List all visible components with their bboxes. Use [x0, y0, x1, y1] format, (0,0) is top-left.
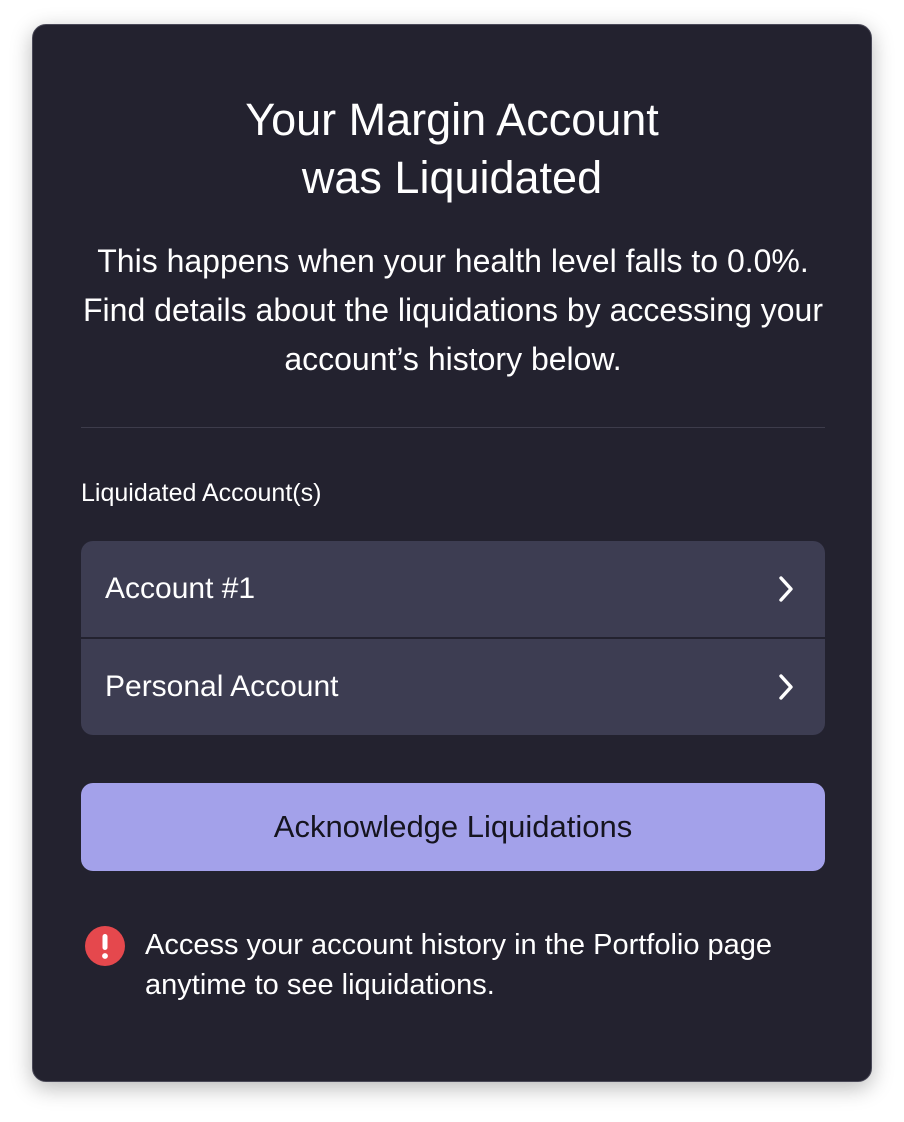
modal-title: Your Margin Account was Liquidated	[33, 91, 871, 207]
modal-title-line-1: Your Margin Account	[245, 94, 659, 145]
acknowledge-liquidations-button[interactable]: Acknowledge Liquidations	[81, 783, 825, 871]
modal-title-line-2: was Liquidated	[301, 152, 603, 203]
modal-description: This happens when your health level fall…	[83, 243, 823, 377]
notice-text: Access your account history in the Portf…	[145, 929, 773, 1001]
account-row-account-1[interactable]: Account #1	[81, 541, 825, 637]
divider	[81, 427, 825, 428]
alert-icon	[85, 926, 125, 966]
liquidated-accounts-label: Liquidated Account(s)	[81, 479, 322, 507]
chevron-right-icon	[775, 575, 797, 603]
chevron-right-icon	[775, 673, 797, 701]
account-name: Account #1	[105, 572, 256, 605]
liquidated-accounts-list: Account #1 Personal Account	[81, 541, 825, 735]
account-row-personal-account[interactable]: Personal Account	[81, 637, 825, 735]
account-name: Personal Account	[105, 670, 339, 703]
portfolio-notice: Access your account history in the Portf…	[85, 925, 825, 1005]
liquidation-modal: Your Margin Account was Liquidated This …	[32, 24, 872, 1082]
